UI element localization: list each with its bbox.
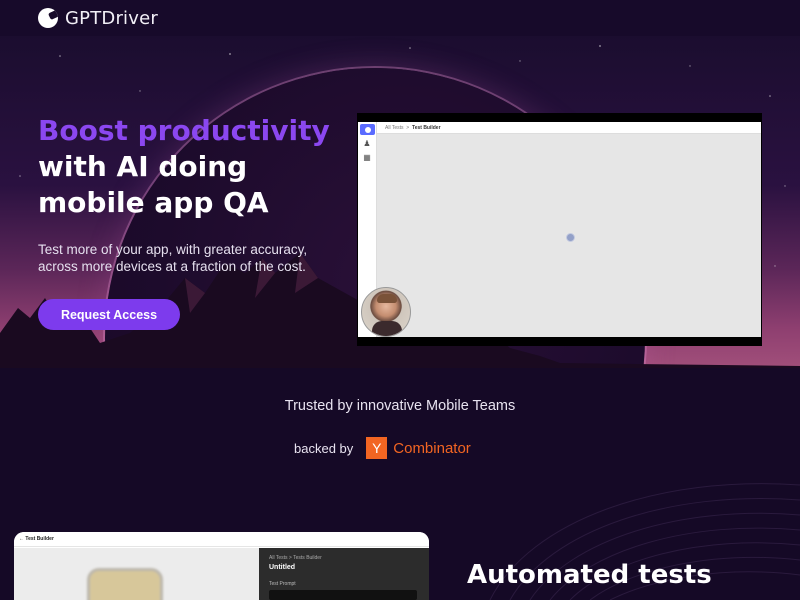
hero-subtext: Test more of your app, with greater accu…	[38, 242, 308, 274]
builder-device-pane	[14, 548, 259, 600]
builder-breadcrumb: All Tests > Tests Builder	[269, 555, 322, 561]
site-header: GPTDriver	[0, 0, 800, 36]
backed-by-label: backed by	[294, 440, 354, 456]
trusted-headline: Trusted by innovative Mobile Teams	[284, 398, 516, 414]
breadcrumb-root: All Tests	[385, 125, 404, 131]
hero-section: Boost productivity with AI doing mobile …	[0, 36, 800, 368]
hero-headline: Boost productivity with AI doing mobile …	[38, 113, 330, 221]
phone-mockup	[87, 568, 163, 600]
document-icon: ▦	[363, 153, 371, 162]
demo-app-screen: ♟ ▦ All Tests > Test Builder	[358, 122, 761, 337]
request-access-button[interactable]: Request Access	[38, 299, 180, 330]
builder-top-label: Test Builder	[25, 536, 54, 542]
y-combinator-logo-icon: Y	[366, 437, 388, 459]
headline-line-3: mobile app QA	[38, 186, 269, 219]
test-prompt-input	[269, 590, 417, 600]
test-builder-preview: ← Test Builder All Tests > Tests Builder…	[14, 532, 429, 600]
demo-app-breadcrumb: All Tests > Test Builder	[377, 122, 761, 134]
builder-editor-pane: All Tests > Tests Builder Untitled Test …	[259, 548, 429, 600]
gptdriver-logo-icon[interactable]	[38, 8, 58, 28]
presenter-webcam-avatar	[361, 287, 411, 337]
headline-line-2: with AI doing	[38, 150, 248, 183]
test-prompt-label: Test Prompt	[269, 581, 296, 587]
backed-by-row: backed by Y Combinator	[294, 437, 471, 459]
y-combinator-name: Combinator	[393, 439, 471, 457]
builder-top-bar: ← Test Builder	[14, 532, 429, 547]
loading-spinner-icon	[566, 233, 575, 242]
app-logo-icon	[360, 124, 375, 135]
demo-video[interactable]: ♟ ▦ All Tests > Test Builder	[357, 113, 762, 346]
brand-name[interactable]: GPTDriver	[65, 8, 158, 29]
user-icon: ♟	[363, 139, 371, 148]
headline-accent: Boost productivity	[38, 114, 330, 147]
test-name: Untitled	[269, 564, 296, 571]
breadcrumb-current: Test Builder	[412, 125, 441, 131]
automated-tests-title: Automated tests	[467, 560, 712, 590]
